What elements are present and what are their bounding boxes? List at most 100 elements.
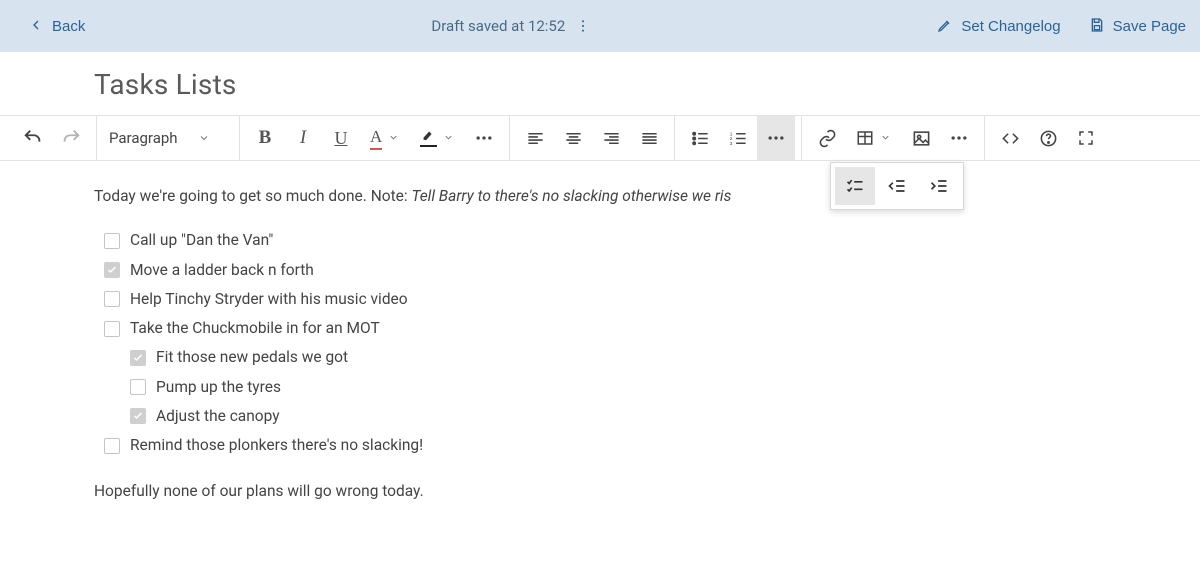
chevron-down-icon [443, 132, 455, 144]
task-label: Call up "Dan the Van" [130, 229, 273, 252]
italic-button[interactable]: I [284, 116, 322, 160]
bullet-list-icon [691, 129, 710, 148]
task-item[interactable]: Take the Chuckmobile in for an MOT [104, 314, 1050, 343]
list-overflow-dropdown [830, 162, 964, 210]
italic-icon: I [300, 127, 306, 149]
align-group [510, 116, 675, 160]
task-item[interactable]: Fit those new pedals we got [130, 343, 1050, 372]
underline-icon: U [335, 128, 348, 149]
bold-icon: B [259, 127, 272, 149]
help-icon [1039, 129, 1058, 148]
task-list[interactable]: Call up "Dan the Van" Move a ladder back … [104, 226, 1050, 460]
task-checkbox[interactable] [130, 379, 146, 395]
task-item[interactable]: Remind those plonkers there's no slackin… [104, 431, 1050, 460]
editor-toolbar: Paragraph B I U A 123 [0, 115, 1200, 161]
task-sublist[interactable]: Fit those new pedals we got Pump up the t… [130, 343, 1050, 431]
align-center-icon [564, 129, 583, 148]
intro-italic: Tell Barry to there's no slacking otherw… [411, 187, 731, 205]
ellipsis-icon [949, 128, 969, 148]
numbered-list-button[interactable]: 123 [719, 116, 757, 160]
save-icon [1089, 17, 1107, 35]
align-right-button[interactable] [592, 116, 630, 160]
task-label: Take the Chuckmobile in for an MOT [130, 317, 380, 340]
bold-button[interactable]: B [246, 116, 284, 160]
align-justify-button[interactable] [630, 116, 668, 160]
svg-text:3: 3 [730, 140, 733, 146]
task-label: Remind those plonkers there's no slackin… [130, 434, 423, 457]
back-button[interactable]: Back [18, 11, 95, 41]
changelog-label: Set Changelog [961, 18, 1060, 35]
paragraph-style-select[interactable]: Paragraph [103, 129, 233, 147]
text-color-icon: A [370, 127, 382, 150]
table-button[interactable] [846, 116, 902, 160]
draft-status: Draft saved at 12:52 [431, 17, 565, 35]
more-lists-button[interactable] [757, 116, 795, 160]
code-icon [1001, 129, 1020, 148]
table-icon [856, 129, 874, 147]
align-left-button[interactable] [516, 116, 554, 160]
task-list-button[interactable] [835, 167, 875, 205]
format-group: B I U A [240, 116, 510, 160]
task-item[interactable]: Move a ladder back n forth [104, 256, 1050, 285]
intro-text: Today we're going to get so much done. N… [94, 187, 411, 205]
bullet-list-button[interactable] [681, 116, 719, 160]
history-group [0, 116, 97, 160]
highlight-button[interactable] [410, 116, 465, 160]
task-label: Fit those new pedals we got [156, 346, 348, 369]
numbered-list-icon: 123 [729, 129, 748, 148]
title-area: Tasks Lists [0, 52, 1200, 115]
top-bar: Back Draft saved at 12:52 Set Changelog … [0, 0, 1200, 52]
task-label: Pump up the tyres [156, 376, 281, 399]
outro-paragraph[interactable]: Hopefully none of our plans will go wron… [94, 480, 1050, 503]
highlighter-icon [420, 129, 437, 147]
list-group: 123 [675, 116, 802, 160]
link-icon [818, 129, 837, 148]
link-button[interactable] [808, 116, 846, 160]
text-color-button[interactable]: A [360, 116, 410, 160]
source-code-button[interactable] [991, 116, 1029, 160]
task-checkbox[interactable] [104, 321, 120, 337]
page-title[interactable]: Tasks Lists [94, 68, 1200, 101]
task-checkbox[interactable] [104, 291, 120, 307]
help-button[interactable] [1029, 116, 1067, 160]
task-checkbox[interactable] [130, 350, 146, 366]
ellipsis-icon [766, 128, 786, 148]
task-label: Adjust the canopy [156, 405, 280, 428]
insert-group [802, 116, 985, 160]
chevron-down-icon [388, 132, 400, 144]
task-label: Move a ladder back n forth [130, 259, 314, 282]
task-checkbox[interactable] [130, 408, 146, 424]
set-changelog-button[interactable]: Set Changelog [927, 11, 1070, 41]
align-left-icon [526, 129, 545, 148]
editor-content[interactable]: Today we're going to get so much done. N… [0, 161, 1050, 504]
underline-button[interactable]: U [322, 116, 360, 160]
fullscreen-icon [1077, 129, 1095, 147]
meta-group [985, 116, 1111, 160]
task-checkbox[interactable] [104, 233, 120, 249]
task-checkbox[interactable] [104, 262, 120, 278]
image-button[interactable] [902, 116, 940, 160]
indent-button[interactable] [919, 167, 959, 205]
chevron-down-icon [198, 132, 210, 144]
task-checkbox[interactable] [104, 438, 120, 454]
outdent-button[interactable] [877, 167, 917, 205]
redo-button[interactable] [52, 116, 90, 160]
task-item[interactable]: Call up "Dan the Van" [104, 226, 1050, 255]
undo-button[interactable] [14, 116, 52, 160]
align-right-icon [602, 129, 621, 148]
back-label: Back [52, 18, 85, 35]
image-icon [912, 129, 931, 148]
outdent-icon [887, 176, 907, 196]
pencil-icon [937, 17, 955, 35]
more-format-button[interactable] [465, 116, 503, 160]
more-insert-button[interactable] [940, 116, 978, 160]
task-item[interactable]: Help Tinchy Stryder with his music video [104, 285, 1050, 314]
more-vertical-icon[interactable] [575, 18, 591, 34]
save-page-button[interactable]: Save Page [1079, 11, 1196, 41]
align-justify-icon [640, 129, 659, 148]
ellipsis-icon [474, 128, 494, 148]
align-center-button[interactable] [554, 116, 592, 160]
fullscreen-button[interactable] [1067, 116, 1105, 160]
task-item[interactable]: Adjust the canopy [130, 402, 1050, 431]
task-item[interactable]: Pump up the tyres [130, 373, 1050, 402]
